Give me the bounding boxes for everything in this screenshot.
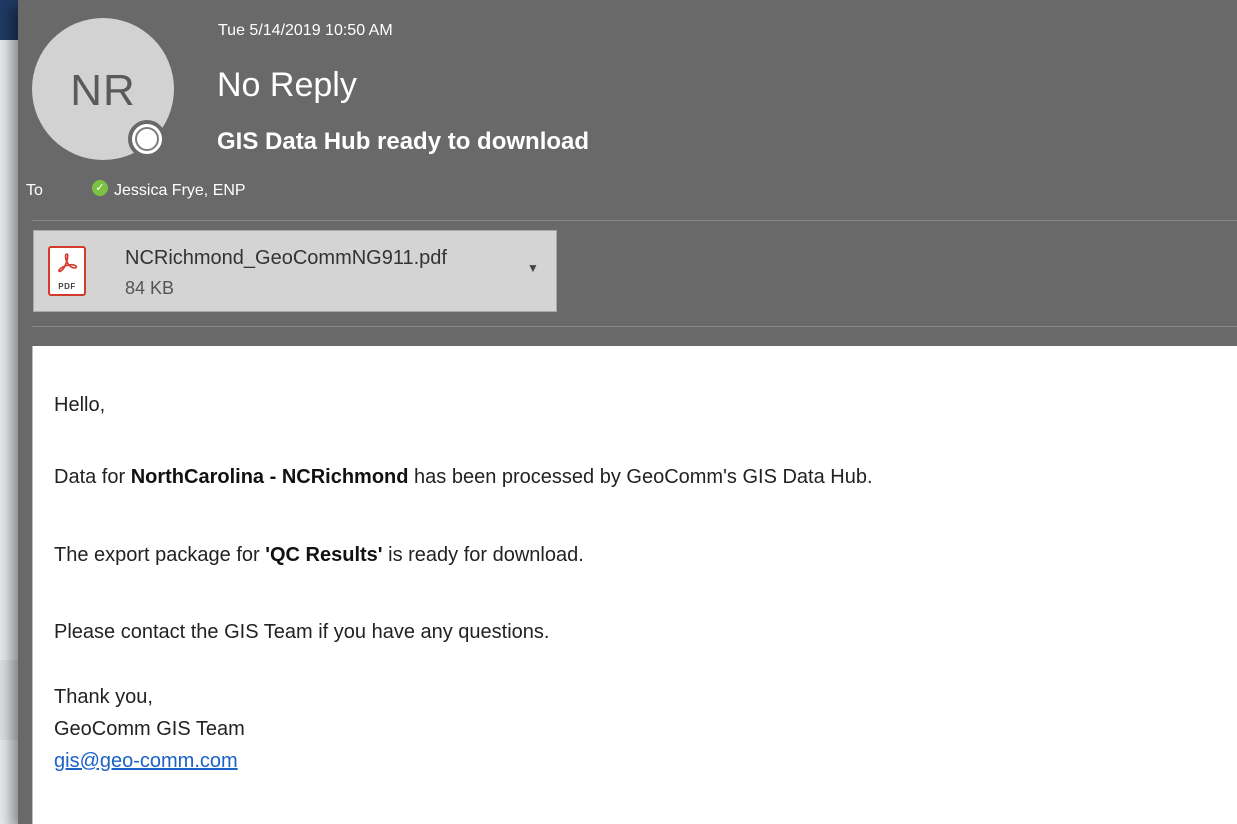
- body-line-contact: Please contact the GIS Team if you have …: [54, 621, 550, 643]
- body-line-data-bold: NorthCarolina - NCRichmond: [130, 466, 409, 488]
- body-line-export-prefix: The export package for: [54, 544, 266, 566]
- attachment-divider: [32, 326, 1237, 327]
- attachment-filename[interactable]: NCRichmond_GeoCommNG911.pdf: [125, 247, 447, 270]
- body-line-data: Data for NorthCarolina - NCRichmond has …: [54, 466, 873, 489]
- message-body: Hello, Data for NorthCarolina - NCRichmo…: [32, 346, 1237, 824]
- body-line-export-suffix: is ready for download.: [382, 544, 584, 566]
- body-line-export-bold: 'QC Results': [265, 544, 383, 566]
- header-divider: [32, 220, 1237, 221]
- recipient-name[interactable]: Jessica Frye, ENP: [114, 182, 246, 200]
- email-reading-window: NR Tue 5/14/2019 10:50 AM No Reply GIS D…: [18, 0, 1237, 824]
- email-subject: GIS Data Hub ready to download: [217, 128, 590, 155]
- email-date: Tue 5/14/2019 10:50 AM: [218, 22, 393, 39]
- attachment-size: 84 KB: [125, 278, 175, 298]
- body-line-data-prefix: Data for: [54, 466, 131, 488]
- attachment-dropdown-icon[interactable]: ▼: [527, 261, 539, 275]
- greeting-text: Hello,: [54, 394, 106, 416]
- attachment-card[interactable]: PDF NCRichmond_GeoCommNG911.pdf 84 KB ▼: [33, 230, 557, 312]
- avatar-initials: NR: [70, 66, 136, 115]
- presence-status-icon: [128, 120, 166, 158]
- pdf-icon-label: PDF: [58, 282, 76, 291]
- signature-text: GeoComm GIS Team: [54, 718, 245, 740]
- sender-name[interactable]: No Reply: [217, 66, 357, 105]
- signoff-text: Thank you,: [54, 686, 153, 708]
- to-label: To: [26, 182, 43, 199]
- acrobat-swirl-icon: [58, 253, 78, 273]
- available-check-icon: ✓: [92, 180, 108, 196]
- body-line-export: The export package for 'QC Results' is r…: [54, 544, 584, 567]
- body-line-data-suffix: has been processed by GeoComm's GIS Data…: [408, 466, 873, 488]
- email-link[interactable]: gis@geo-comm.com: [54, 750, 238, 773]
- pdf-file-icon: PDF: [48, 246, 86, 296]
